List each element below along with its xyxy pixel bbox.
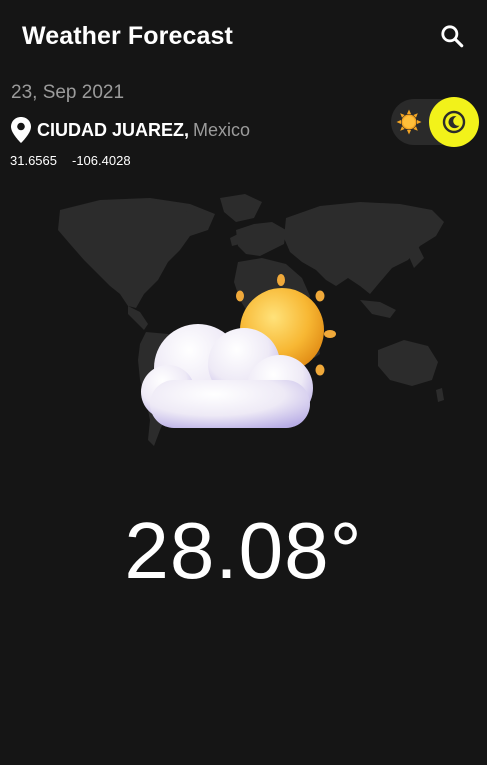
latitude-value: 31.6565	[10, 153, 57, 168]
temperature-value: 28.08°	[124, 506, 363, 595]
country-name: Mexico	[193, 119, 251, 140]
location-row: CIUDAD JUAREZ, Mexico	[10, 116, 250, 144]
light-mode-button[interactable]	[395, 108, 423, 136]
dark-mode-button[interactable]	[429, 97, 479, 147]
city-name: CIUDAD JUAREZ	[37, 119, 185, 140]
app-title: Weather Forecast	[22, 22, 233, 50]
date-label: 23, Sep 2021	[11, 82, 125, 103]
sun-icon	[396, 109, 422, 135]
search-icon	[441, 25, 464, 48]
moon-icon	[442, 110, 466, 134]
location-pin-icon	[11, 117, 31, 143]
weather-app: Weather Forecast 23, Sep 2021 CIUDAD JUA…	[0, 0, 487, 765]
coordinates: 31.6565 -106.4028	[10, 153, 131, 168]
partly-cloudy-icon	[141, 274, 336, 428]
longitude-value: -106.4028	[72, 153, 131, 168]
theme-toggle[interactable]	[391, 97, 479, 147]
location-separator: ,	[184, 119, 190, 140]
search-button[interactable]	[436, 20, 468, 52]
app-bar: Weather Forecast	[0, 0, 487, 72]
